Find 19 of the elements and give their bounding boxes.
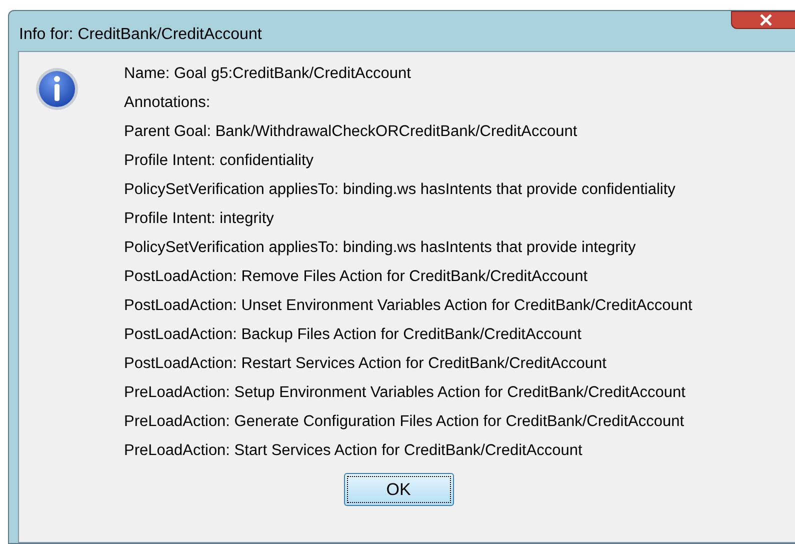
info-icon [35, 67, 79, 111]
info-line: Parent Goal: Bank/WithdrawalCheckORCreditBank/CreditAccount [124, 122, 578, 142]
info-line: PolicySetVerification appliesTo: binding.ws hasIntents that provide integrity [124, 238, 637, 258]
info-line: Name: Goal g5:CreditBank/CreditAccount [124, 64, 412, 84]
info-line: PostLoadAction: Backup Files Action for CreditBank/CreditAccount [124, 325, 582, 345]
info-line: PostLoadAction: Restart Services Action for CreditBank/CreditAccount [124, 354, 608, 374]
info-line: Profile Intent: confidentiality [124, 151, 315, 171]
ok-button[interactable]: OK [344, 473, 454, 506]
info-line: Annotations: [124, 93, 212, 113]
info-line: PostLoadAction: Unset Environment Variables Action for CreditBank/CreditAccount [124, 296, 692, 316]
info-line: PolicySetVerification appliesTo: binding.ws hasIntents that provide confidentiality [124, 180, 676, 200]
window-title: Info for: CreditBank/CreditAccount [19, 25, 262, 45]
close-button[interactable] [731, 11, 795, 29]
info-line: PreLoadAction: Generate Configuration Files Action for CreditBank/CreditAccount [124, 412, 686, 432]
info-line: Profile Intent: integrity [124, 209, 275, 229]
info-line: PreLoadAction: Start Services Action for CreditBank/CreditAccount [124, 441, 584, 461]
info-line: PostLoadAction: Remove Files Action for CreditBank/CreditAccount [124, 267, 589, 287]
info-line: PreLoadAction: Setup Environment Variables Action for CreditBank/CreditAccount [124, 383, 686, 403]
close-icon [759, 14, 773, 26]
